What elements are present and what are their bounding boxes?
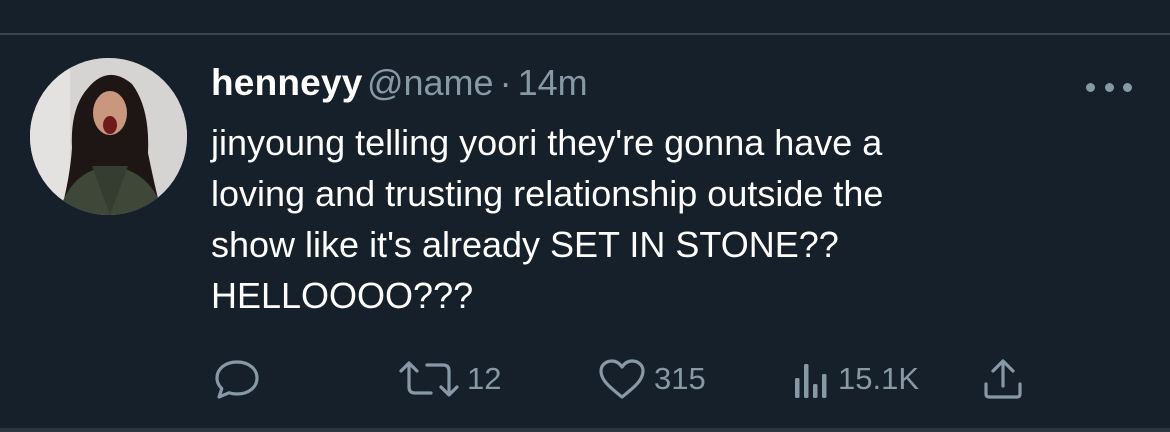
tweet-divider [0, 33, 1170, 35]
like-button[interactable]: 315 [598, 357, 706, 401]
display-name[interactable]: henneyy [211, 62, 363, 103]
user-handle[interactable]: @name [367, 62, 494, 103]
heart-icon [598, 358, 646, 400]
retweet-icon [399, 358, 459, 400]
tweet-text-line: HELLOOOO??? [211, 275, 474, 316]
timestamp[interactable]: 14m [518, 62, 588, 103]
tweet-text-line: show like it's already SET IN STONE?? [211, 224, 839, 265]
analytics-icon [792, 358, 834, 400]
like-count: 315 [654, 361, 706, 396]
share-icon [982, 358, 1024, 400]
tweet-text: jinyoung telling yoori they're gonna hav… [211, 117, 1111, 321]
retweet-icon[interactable] [405, 0, 441, 8]
tweet-header: henneyy @name · 14m [211, 62, 588, 112]
reply-icon[interactable] [222, 0, 258, 8]
avatar[interactable] [30, 58, 187, 215]
views-count: 15.1K [838, 361, 920, 396]
share-icon[interactable] [984, 0, 1024, 8]
tweet-text-line: jinyoung telling yoori they're gonna hav… [211, 122, 883, 163]
more-icon [1086, 82, 1095, 92]
previous-tweet-actions [0, 0, 1170, 8]
more-icon-dot [1123, 82, 1132, 92]
reply-button[interactable] [214, 357, 260, 401]
retweet-count: 12 [467, 361, 502, 396]
more-options-button[interactable] [1086, 76, 1132, 98]
share-button[interactable] [982, 357, 1024, 401]
separator-dot: · [499, 62, 512, 103]
reply-icon [214, 358, 260, 400]
views-button[interactable]: 15.1K [792, 357, 919, 401]
heart-icon[interactable] [608, 0, 648, 8]
tweet-text-line: loving and trusting relationship outside… [211, 173, 884, 214]
analytics-icon[interactable] [793, 0, 835, 8]
tweet-divider-bottom [0, 428, 1170, 432]
tweet-card: henneyy @name · 14m jinyoung telling yoori… [0, 0, 1170, 432]
more-icon-dot [1104, 82, 1114, 92]
retweet-button[interactable]: 12 [399, 357, 501, 401]
